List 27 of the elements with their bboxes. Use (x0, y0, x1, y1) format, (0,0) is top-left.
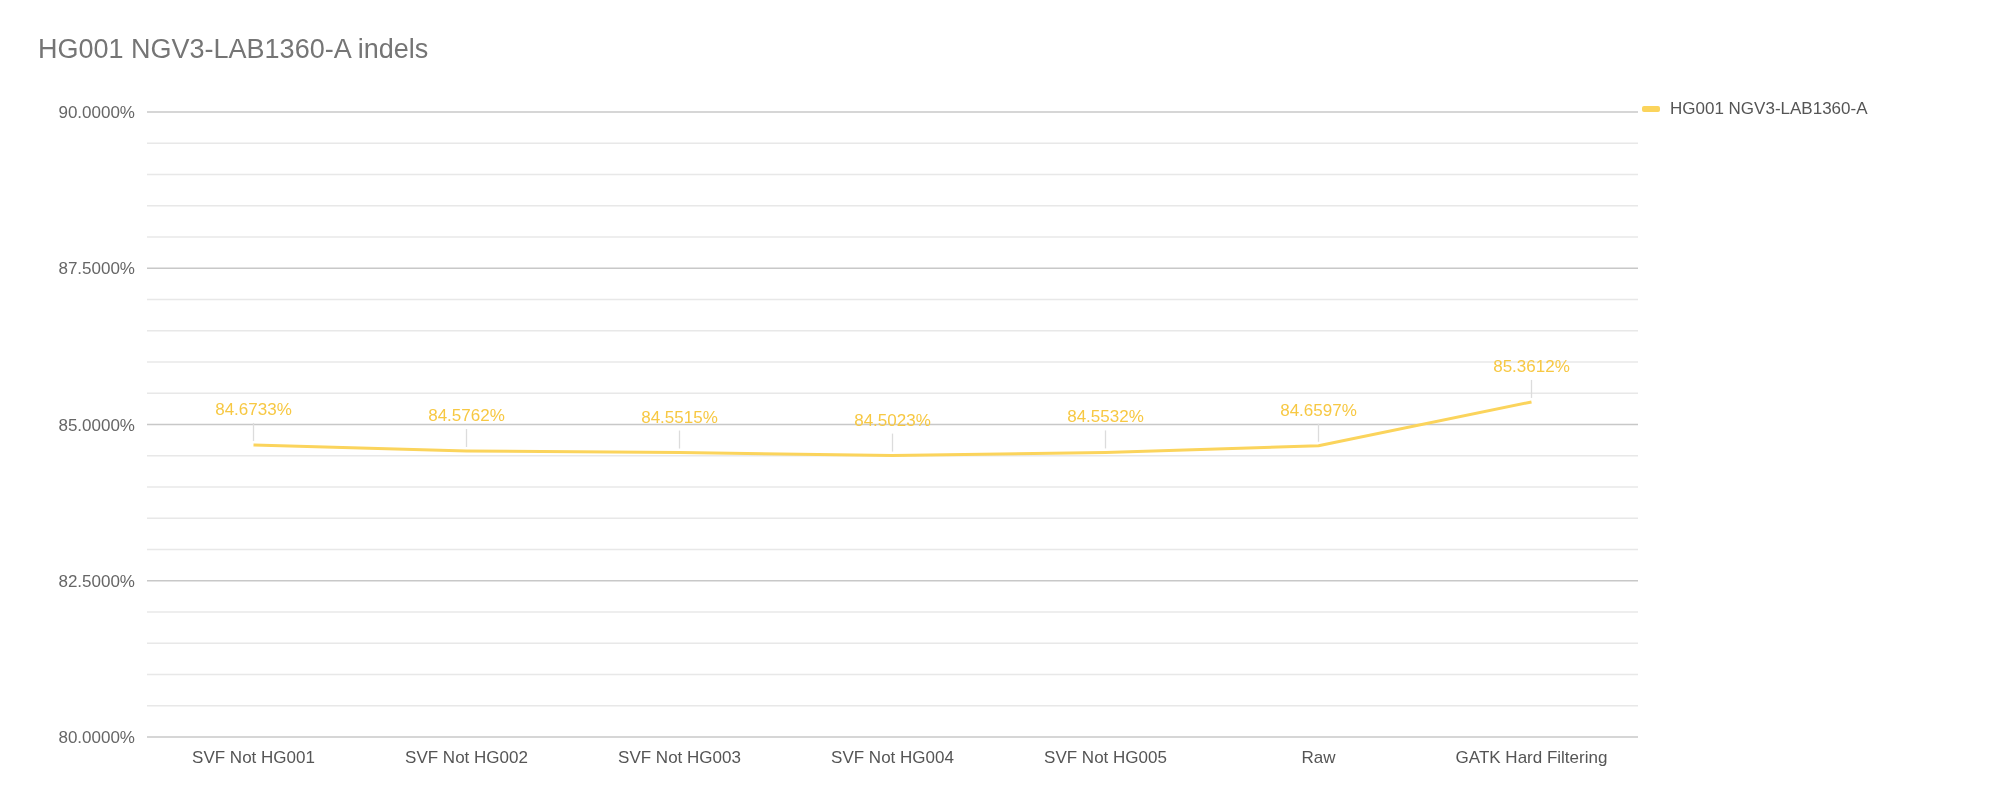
category-label: SVF Not HG005 (1044, 748, 1167, 767)
category-label: Raw (1301, 748, 1336, 767)
leader-line (1104, 429, 1107, 450)
axis-label: 80.0000% (58, 728, 135, 747)
leader-line (252, 422, 255, 442)
data-label: 84.5515% (641, 407, 718, 427)
axis-label: 90.0000% (58, 103, 135, 122)
leader-line (1317, 423, 1320, 443)
category-label: SVF Not HG002 (405, 748, 528, 767)
category-label: SVF Not HG004 (831, 748, 954, 767)
data-label: 84.5532% (1067, 407, 1144, 427)
leader-line (891, 432, 894, 453)
category-label: GATK Hard Filtering (1455, 748, 1608, 767)
data-label: 84.5023% (854, 410, 931, 430)
data-label: 84.5762% (428, 406, 505, 425)
chart-title: HG001 NGV3-LAB1360-A indels (38, 34, 430, 66)
data-label: 84.6733% (215, 399, 292, 419)
leader-line (678, 429, 681, 450)
axis-label: 82.5000% (58, 571, 135, 591)
data-label: 84.6597% (1280, 400, 1357, 420)
axis-label: 87.5000% (58, 259, 135, 279)
category-label: SVF Not HG003 (618, 748, 741, 767)
leader-line (465, 428, 468, 448)
axis-label: 85.0000% (58, 415, 135, 435)
category-label: SVF Not HG001 (192, 748, 315, 767)
legend-label: HG001 NGV3-LAB1360-A (1670, 99, 1868, 119)
data-label: 85.3612% (1493, 356, 1570, 376)
